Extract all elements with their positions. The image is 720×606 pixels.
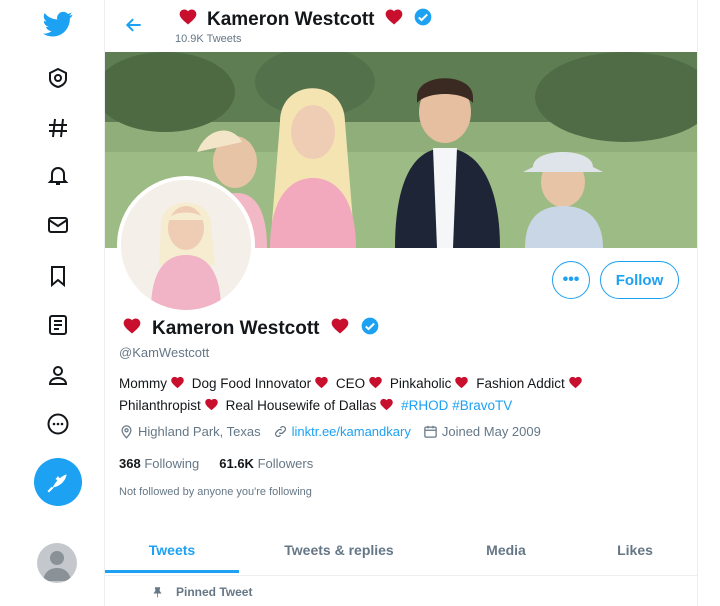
notifications-bell-icon[interactable]: [36, 153, 80, 197]
profile-tabs: Tweets Tweets & replies Media Likes: [105, 525, 697, 576]
twitter-logo-icon[interactable]: [36, 2, 80, 46]
bio-part: Dog Food Innovator: [191, 376, 312, 391]
hashtag-link[interactable]: #RHOD: [401, 398, 448, 413]
sidebar-nav: [0, 0, 104, 606]
following-stat[interactable]: 368 Following: [119, 456, 199, 471]
bio-part: Pinkaholic: [389, 376, 452, 391]
bio-part: Mommy: [119, 376, 167, 391]
tab-tweets[interactable]: Tweets: [105, 525, 239, 575]
heart-icon: [178, 7, 198, 33]
not-followed-note: Not followed by anyone you're following: [119, 486, 312, 498]
bio-part: Fashion Addict: [476, 376, 565, 391]
location-text: Highland Park, Texas: [138, 424, 261, 439]
profile-icon[interactable]: [36, 353, 80, 397]
heart-icon: [368, 375, 383, 396]
profile-bio: Mommy Dog Food Innovator CEO Pinkaholic …: [119, 374, 679, 418]
header-name-text: Kameron Westcott: [207, 9, 375, 30]
heart-icon: [568, 375, 583, 396]
pin-icon: [153, 586, 162, 597]
bookmarks-icon[interactable]: [36, 254, 80, 298]
heart-icon: [384, 7, 404, 33]
header-name: Kameron Westcott: [175, 7, 433, 33]
hashtag-link[interactable]: #BravoTV: [452, 398, 512, 413]
verified-badge-icon: [413, 7, 433, 33]
more-options-button[interactable]: •••: [552, 261, 590, 299]
explore-hashtag-icon[interactable]: [36, 106, 80, 150]
tab-likes[interactable]: Likes: [573, 525, 697, 575]
more-icon[interactable]: [36, 402, 80, 446]
bio-part: Real Housewife of Dallas: [225, 398, 377, 413]
profile-column: Kameron Westcott 10.9K Tweets ••• Follow…: [104, 0, 698, 606]
calendar-icon: [424, 425, 437, 438]
heart-icon: [379, 397, 394, 418]
follow-button[interactable]: Follow: [600, 261, 679, 299]
location-pin-icon: [121, 425, 132, 439]
heart-icon: [122, 316, 142, 342]
website-link[interactable]: linktr.ee/kamandkary: [292, 424, 411, 439]
following-label: Following: [144, 456, 200, 471]
heart-icon: [454, 375, 469, 396]
profile-header-bar: Kameron Westcott 10.9K Tweets: [105, 0, 697, 52]
pinned-tweet-label: Pinned Tweet: [151, 585, 252, 599]
tab-tweets-replies[interactable]: Tweets & replies: [239, 525, 439, 575]
follow-stats: 368 Following 61.6K Followers: [119, 456, 313, 471]
bio-part: Philanthropist: [119, 398, 201, 413]
back-arrow-icon[interactable]: [121, 12, 147, 38]
followers-label: Followers: [257, 456, 314, 471]
home-icon[interactable]: [36, 56, 80, 100]
heart-icon: [314, 375, 329, 396]
profile-name-text: Kameron Westcott: [152, 318, 320, 339]
lists-icon[interactable]: [36, 303, 80, 347]
heart-icon: [330, 316, 350, 342]
header-tweet-count: 10.9K Tweets: [175, 33, 242, 45]
verified-badge-icon: [360, 316, 380, 342]
profile-meta: Highland Park, Texas linktr.ee/kamandkar…: [119, 424, 541, 439]
pinned-text: Pinned Tweet: [176, 585, 253, 599]
active-tab-indicator: [105, 570, 239, 573]
compose-tweet-icon[interactable]: [34, 458, 82, 506]
followers-count: 61.6K: [219, 456, 254, 471]
followers-stat[interactable]: 61.6K Followers: [219, 456, 313, 471]
profile-handle: @KamWestcott: [119, 345, 210, 360]
following-count: 368: [119, 456, 141, 471]
messages-envelope-icon[interactable]: [36, 203, 80, 247]
tab-media[interactable]: Media: [439, 525, 573, 575]
heart-icon: [204, 397, 219, 418]
bio-part: CEO: [335, 376, 366, 391]
heart-icon: [170, 375, 185, 396]
profile-name: Kameron Westcott: [119, 316, 380, 342]
joined-item: Joined May 2009: [423, 424, 541, 439]
account-avatar[interactable]: [37, 543, 77, 583]
location-item: Highland Park, Texas: [119, 424, 261, 439]
website-item[interactable]: linktr.ee/kamandkary: [273, 424, 411, 439]
joined-text: Joined May 2009: [441, 424, 541, 439]
profile-avatar[interactable]: [117, 176, 255, 314]
link-icon: [274, 426, 286, 437]
